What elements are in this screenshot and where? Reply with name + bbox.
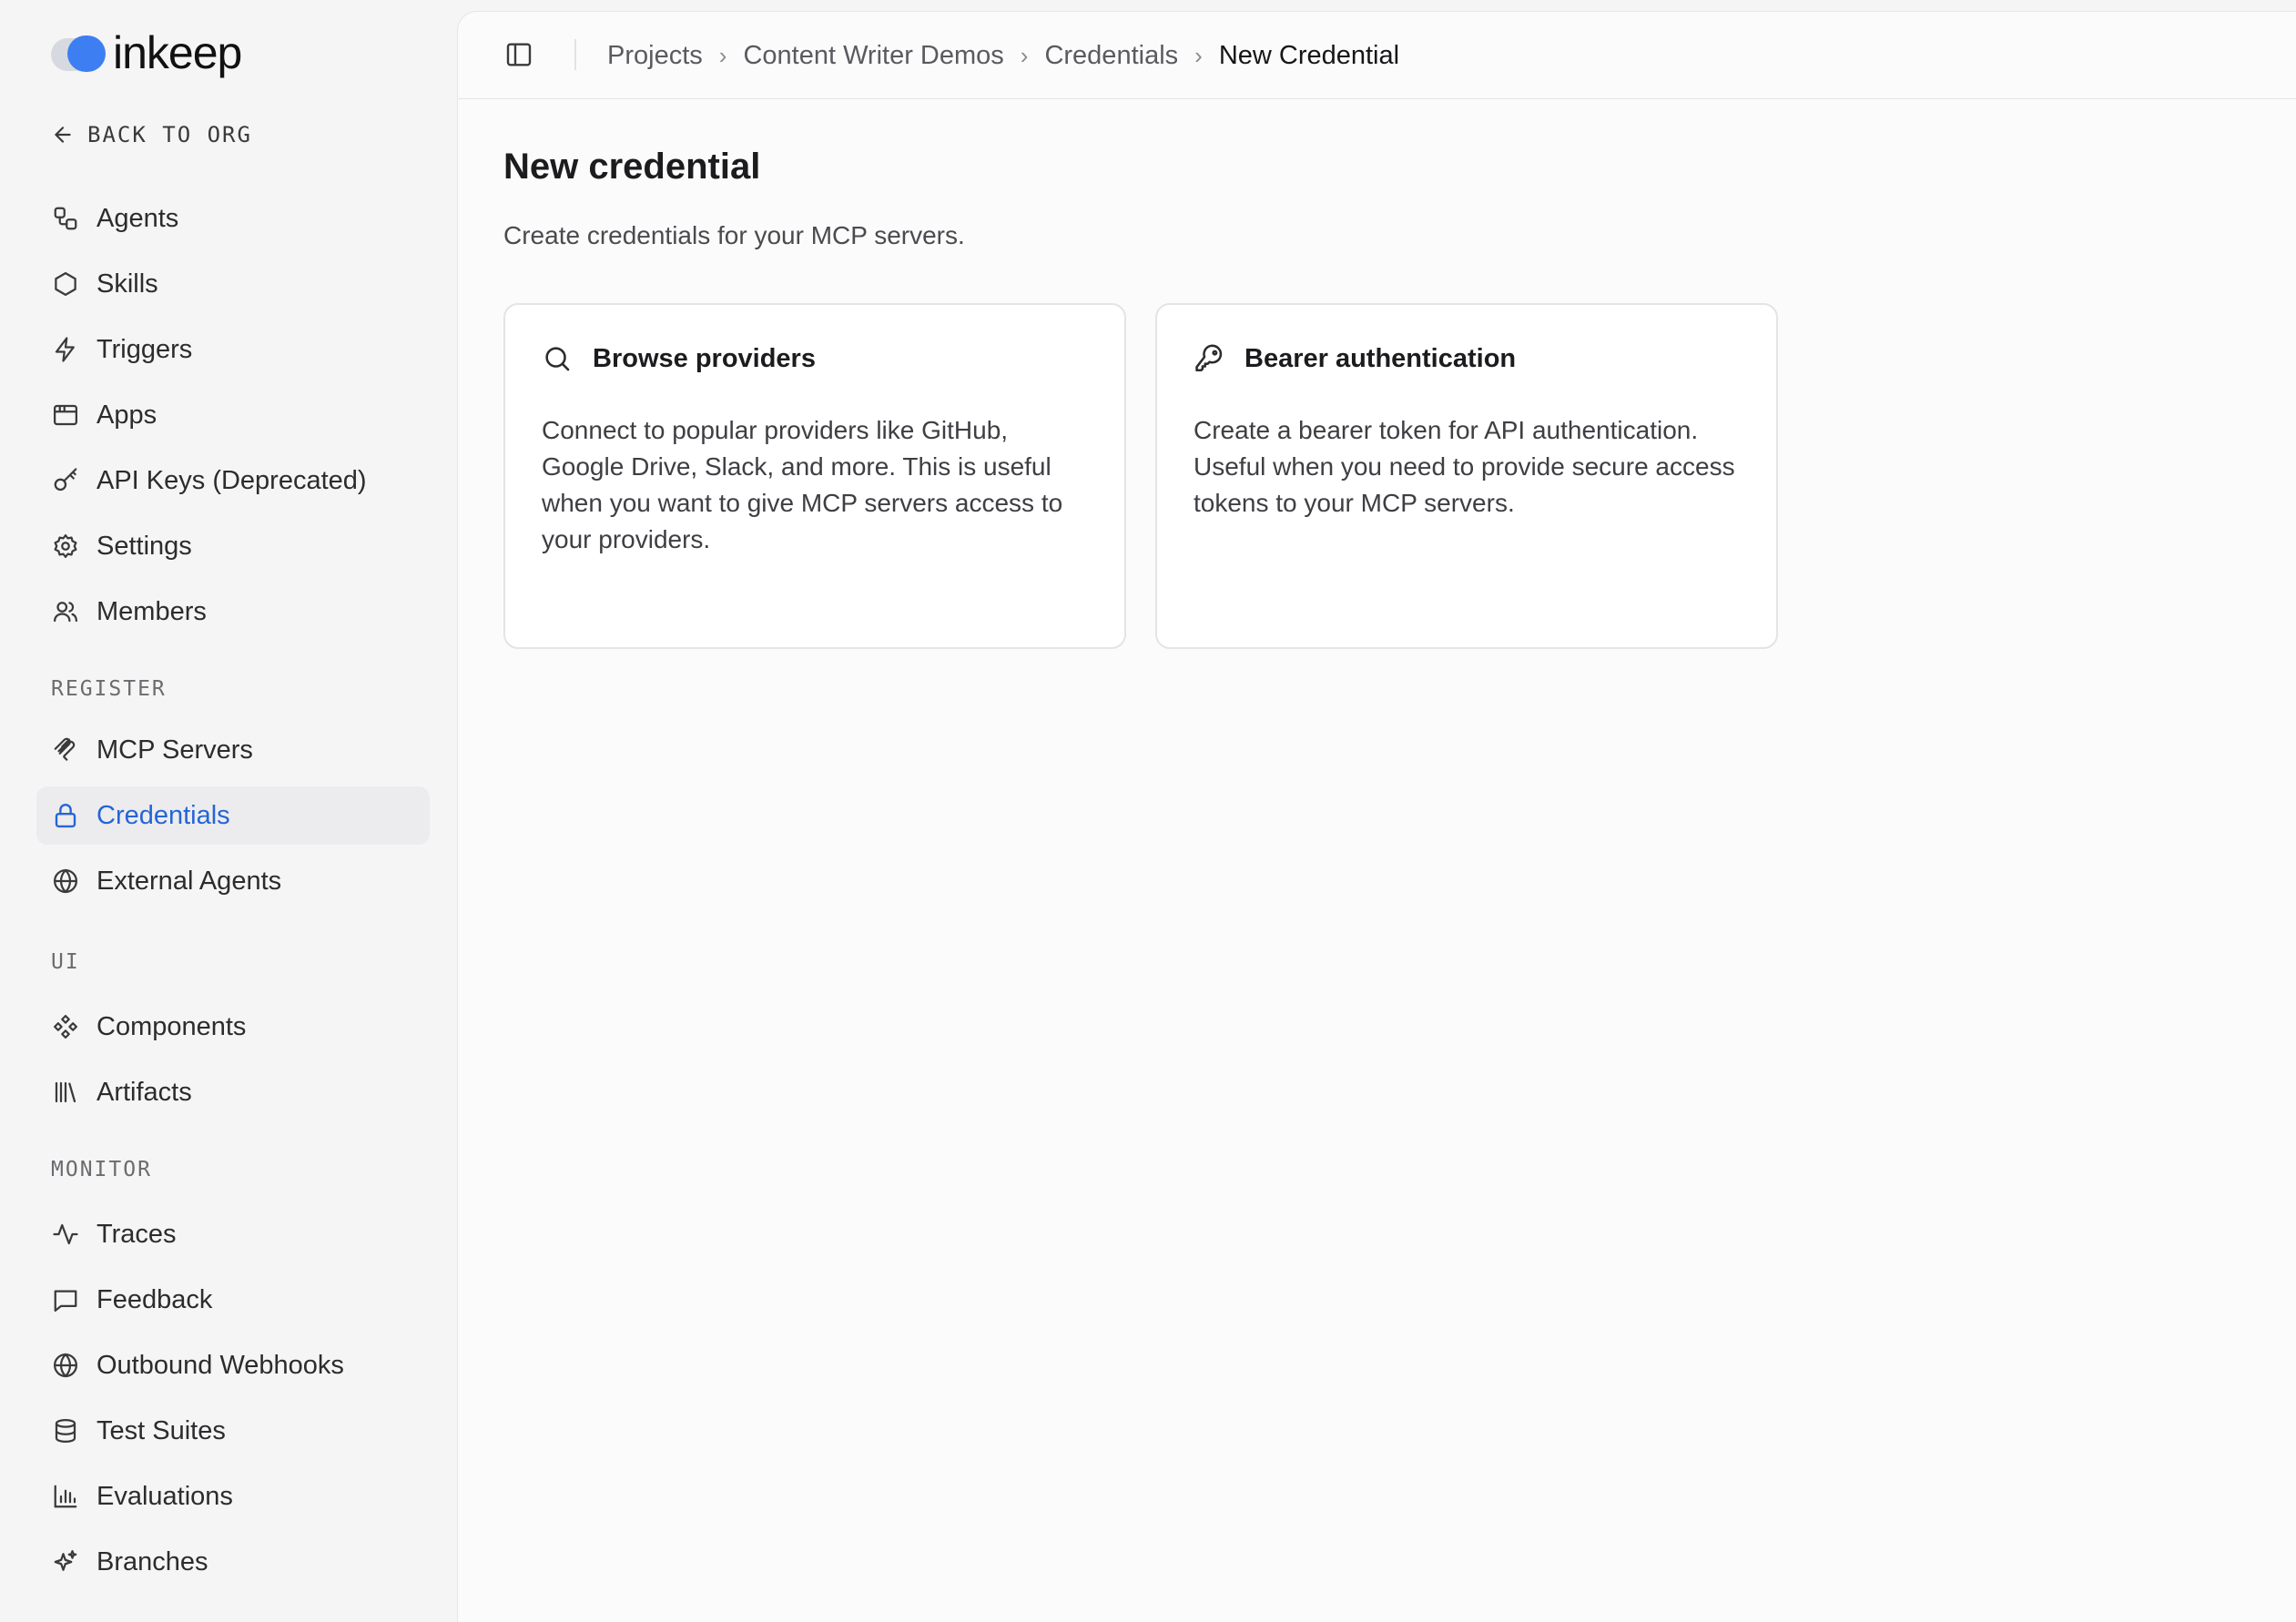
logo-mark-icon (51, 33, 109, 73)
hexagon-icon (51, 269, 80, 299)
sidebar-item-external-agents[interactable]: External Agents (36, 852, 430, 910)
sidebar-item-label: Triggers (97, 334, 193, 364)
logo-text: inkeep (113, 27, 242, 78)
sidebar-item-label: Outbound Webhooks (97, 1350, 344, 1380)
card-description: Connect to popular providers like GitHub… (542, 416, 1063, 553)
arrow-left-icon (55, 127, 71, 143)
back-to-org-link[interactable]: BACK TO ORG (51, 118, 252, 151)
sparkles-icon (51, 1547, 80, 1576)
sidebar-item-feedback[interactable]: Feedback (36, 1271, 430, 1329)
key-icon (51, 466, 80, 495)
users-icon (51, 597, 80, 626)
page-title: New credential (503, 147, 761, 187)
component-icon (51, 1012, 80, 1041)
breadcrumb-project[interactable]: Content Writer Demos (743, 41, 1003, 71)
sidebar-item-label: Branches (97, 1546, 208, 1576)
sidebar-item-skills[interactable]: Skills (36, 255, 430, 313)
sidebar-item-agents[interactable]: Agents (36, 189, 430, 248)
activity-icon (51, 1220, 80, 1249)
main-panel: Projects › Content Writer Demos › Creden… (457, 11, 2296, 1622)
workflow-icon (51, 204, 80, 233)
breadcrumb: Projects › Content Writer Demos › Creden… (607, 12, 1399, 99)
sidebar-item-label: Credentials (97, 800, 230, 830)
database-icon (51, 1416, 80, 1445)
breadcrumb-projects[interactable]: Projects (607, 41, 703, 71)
sidebar-item-label: Feedback (97, 1284, 213, 1314)
sidebar-item-evaluations[interactable]: Evaluations (36, 1467, 430, 1526)
sidebar-item-label: Evaluations (97, 1481, 233, 1511)
sidebar: inkeep BACK TO ORG Agents Skills Trigger… (0, 0, 457, 1622)
sidebar-item-apps[interactable]: Apps (36, 386, 430, 444)
sidebar-item-label: Agents (97, 203, 179, 233)
sidebar-item-branches[interactable]: Branches (36, 1533, 430, 1591)
sidebar-item-artifacts[interactable]: Artifacts (36, 1063, 430, 1121)
card-title: Browse providers (593, 343, 816, 373)
bearer-authentication-card[interactable]: Bearer authentication Create a bearer to… (1155, 303, 1778, 649)
chevron-right-icon: › (718, 41, 727, 69)
sidebar-item-label: Components (97, 1011, 247, 1041)
section-label-register: REGISTER (51, 677, 167, 701)
library-icon (51, 1078, 80, 1107)
sidebar-toggle-button[interactable] (503, 39, 534, 70)
message-square-icon (51, 1285, 80, 1314)
sidebar-item-label: Test Suites (97, 1415, 226, 1445)
card-description: Create a bearer token for API authentica… (1194, 416, 1735, 517)
sidebar-item-members[interactable]: Members (36, 583, 430, 641)
key-round-icon (1195, 344, 1223, 372)
chevron-right-icon: › (1020, 41, 1029, 69)
sidebar-item-api-keys[interactable]: API Keys (Deprecated) (36, 451, 430, 510)
sidebar-item-components[interactable]: Components (36, 998, 430, 1056)
breadcrumb-current: New Credential (1218, 40, 1400, 70)
card-title: Bearer authentication (1245, 343, 1517, 373)
page-subtitle: Create credentials for your MCP servers. (503, 221, 965, 249)
panel-left-icon (506, 43, 532, 66)
app-window-icon (51, 400, 80, 430)
sidebar-item-label: Apps (97, 400, 157, 430)
sidebar-item-label: External Agents (97, 866, 282, 896)
zap-icon (51, 335, 80, 364)
card-header: Browse providers (542, 343, 816, 374)
sidebar-item-traces[interactable]: Traces (36, 1205, 430, 1263)
globe-icon (51, 1351, 80, 1380)
sidebar-item-settings[interactable]: Settings (36, 517, 430, 575)
sidebar-item-triggers[interactable]: Triggers (36, 320, 430, 379)
bar-chart-icon (51, 1482, 80, 1511)
section-label-monitor: MONITOR (51, 1158, 152, 1181)
sidebar-item-label: Traces (97, 1219, 177, 1249)
chevron-right-icon: › (1194, 41, 1203, 69)
globe-icon (51, 867, 80, 896)
sidebar-item-credentials[interactable]: Credentials (36, 786, 430, 845)
sidebar-item-label: Members (97, 596, 207, 626)
sidebar-item-label: MCP Servers (97, 735, 253, 765)
search-icon (545, 347, 570, 371)
sidebar-item-label: Settings (97, 531, 192, 561)
browse-providers-card[interactable]: Browse providers Connect to popular prov… (503, 303, 1126, 649)
gear-icon (51, 532, 80, 561)
breadcrumb-credentials[interactable]: Credentials (1044, 41, 1178, 71)
lock-icon (51, 801, 80, 830)
inkeep-logo[interactable]: inkeep (51, 27, 242, 78)
mcp-icon (51, 735, 80, 765)
back-to-org-label: BACK TO ORG (87, 122, 252, 147)
sidebar-item-mcp-servers[interactable]: MCP Servers (36, 721, 430, 779)
sidebar-item-label: API Keys (Deprecated) (97, 465, 367, 495)
top-bar: Projects › Content Writer Demos › Creden… (458, 12, 2296, 99)
sidebar-item-label: Artifacts (97, 1077, 192, 1107)
sidebar-item-test-suites[interactable]: Test Suites (36, 1402, 430, 1460)
sidebar-item-label: Skills (97, 269, 158, 299)
card-header: Bearer authentication (1194, 343, 1516, 374)
divider (574, 39, 576, 70)
sidebar-item-outbound-webhooks[interactable]: Outbound Webhooks (36, 1336, 430, 1394)
section-label-ui: UI (51, 950, 80, 974)
